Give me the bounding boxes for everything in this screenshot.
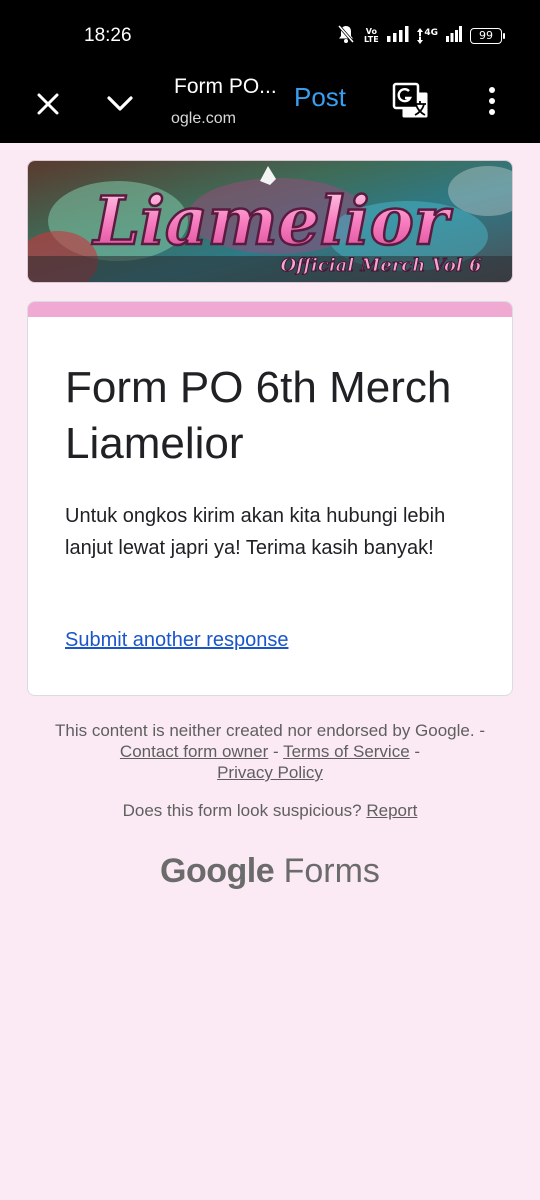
data-arrows-icon bbox=[417, 28, 424, 44]
report-link[interactable]: Report bbox=[366, 801, 417, 820]
browser-toolbar: Form PO... ogle.com Post bbox=[0, 72, 540, 143]
signal-icon bbox=[387, 25, 409, 47]
confirmation-card: Form PO 6th Merch Liamelior Untuk ongkos… bbox=[27, 301, 513, 696]
status-time: 18:26 bbox=[84, 25, 132, 46]
banner-title-art: Liamelior bbox=[91, 182, 452, 260]
separator: - bbox=[409, 742, 421, 761]
banner-subtitle-art: Official Merch Vol 6 bbox=[280, 255, 482, 276]
form-header-banner: Liamelior Official Merch Vol 6 bbox=[27, 160, 513, 283]
form-title: Form PO 6th Merch Liamelior bbox=[65, 363, 452, 468]
network-type: 4G bbox=[417, 28, 438, 44]
status-icons: Vo LTE 4G 99 bbox=[337, 24, 505, 49]
close-icon[interactable] bbox=[30, 86, 66, 122]
page-url: ogle.com bbox=[171, 110, 236, 127]
disclaimer-text: This content is neither created nor endo… bbox=[55, 721, 475, 740]
report-suspicious: Does this form look suspicious? Report bbox=[40, 801, 500, 821]
post-button[interactable]: Post bbox=[294, 82, 346, 113]
more-vert-icon[interactable] bbox=[480, 86, 504, 116]
mute-icon bbox=[337, 24, 355, 49]
separator: - bbox=[268, 742, 284, 761]
translate-icon[interactable] bbox=[392, 82, 430, 120]
battery-icon: 99 bbox=[470, 28, 505, 44]
confirmation-message: Untuk ongkos kirim akan kita hubungi leb… bbox=[65, 505, 446, 559]
separator: - bbox=[474, 721, 485, 740]
volte-label: Vo LTE bbox=[363, 27, 379, 44]
footer-disclaimer: This content is neither created nor endo… bbox=[40, 720, 500, 783]
suspicious-text: Does this form look suspicious? bbox=[122, 801, 362, 820]
privacy-policy-link[interactable]: Privacy Policy bbox=[217, 763, 323, 782]
logo-brand: Google bbox=[160, 852, 275, 890]
submit-another-response-link[interactable]: Submit another response bbox=[65, 629, 288, 652]
card-accent-bar bbox=[28, 302, 512, 317]
signal-icon-2 bbox=[446, 25, 462, 47]
logo-product: Forms bbox=[283, 852, 380, 890]
google-forms-logo[interactable]: Google Forms bbox=[0, 852, 540, 891]
terms-of-service-link[interactable]: Terms of Service bbox=[283, 742, 410, 761]
page-title: Form PO... bbox=[174, 75, 277, 98]
status-bar: 18:26 Vo LTE 4G 99 bbox=[0, 0, 540, 72]
contact-form-owner-link[interactable]: Contact form owner bbox=[120, 742, 268, 761]
chevron-down-icon[interactable] bbox=[102, 86, 138, 122]
